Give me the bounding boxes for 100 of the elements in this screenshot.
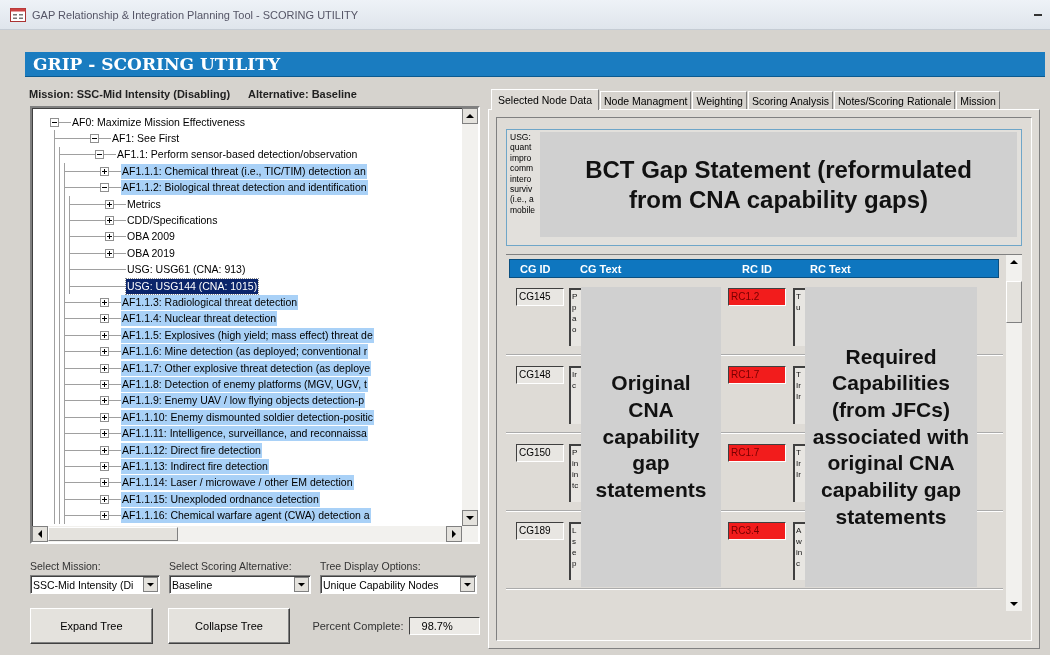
alternative-label: Alternative: Baseline <box>248 88 357 100</box>
vertical-scrollbar[interactable] <box>1006 255 1022 611</box>
plus-box-icon[interactable] <box>105 232 114 242</box>
tree-button[interactable]: Collapse Tree <box>167 608 291 644</box>
cg-id-field[interactable]: CG150 <box>516 444 564 462</box>
plus-box-icon[interactable] <box>105 199 114 209</box>
tree-node-label[interactable]: AF1.1.15: Unexploded ordnance detection <box>121 491 320 507</box>
tree-node-label[interactable]: AF1.1.3: Radiological threat detection <box>121 295 299 310</box>
tree-node-label[interactable]: AF1.1.5: Explosives (high yield; mass effect) threat de <box>121 327 374 343</box>
tree-node-label[interactable]: USG: USG61 (CNA: 913) <box>126 262 247 278</box>
plus-box-icon[interactable] <box>100 396 109 406</box>
tree-node-label[interactable]: AF1.1.10: Enemy dismounted soldier detection-positic <box>121 409 374 425</box>
column-header: CG Text <box>579 262 623 275</box>
tree-node-label[interactable]: OBA 2009 <box>126 229 176 245</box>
plus-box-icon[interactable] <box>100 478 109 488</box>
cg-text-field[interactable]: P in in tc <box>569 444 581 502</box>
plus-box-icon[interactable] <box>100 330 109 340</box>
app-icon <box>10 7 26 22</box>
minus-box-icon[interactable] <box>95 150 104 160</box>
tab[interactable]: Scoring Analysis <box>747 91 833 109</box>
tree-node-label[interactable]: AF1.1.13: Indirect fire detection <box>121 458 269 474</box>
scroll-down-icon[interactable] <box>462 510 478 526</box>
tree-node-label[interactable]: AF1.1: Perform sensor-based detection/observation <box>116 147 359 163</box>
plus-box-icon[interactable] <box>100 314 109 324</box>
minus-box-icon[interactable] <box>100 183 109 193</box>
plus-box-icon[interactable] <box>100 429 109 439</box>
plus-box-icon[interactable] <box>100 347 109 357</box>
tree-node-label[interactable]: AF1.1.14: Laser / microwave / other EM detection <box>121 475 354 491</box>
scroll-thumb[interactable] <box>48 527 178 541</box>
plus-box-icon[interactable] <box>105 216 114 226</box>
tree-node-label[interactable]: CDD/Specifications <box>126 213 219 229</box>
rc-text-field[interactable]: T Ir Ir <box>793 444 805 502</box>
tree-node-label[interactable]: Metrics <box>126 196 162 212</box>
cg-text-field[interactable]: P p a o <box>569 288 581 346</box>
statement-text: USG: quant impro comm intero surviv (i.e., a mobile <box>510 132 537 216</box>
scroll-right-icon[interactable] <box>446 526 462 542</box>
tree-node-label[interactable]: AF1.1.12: Direct fire detection <box>121 442 262 458</box>
window-title: GAP Relationship & Integration Planning Tool - SCORING UTILITY <box>32 8 360 21</box>
plus-box-icon[interactable] <box>100 461 109 471</box>
plus-box-icon[interactable] <box>105 248 114 258</box>
plus-box-icon[interactable] <box>100 412 109 422</box>
plus-box-icon[interactable] <box>100 494 109 504</box>
tab[interactable]: Notes/Scoring Rationale <box>834 91 956 109</box>
tree-node-label[interactable]: AF1.1.9: Enemy UAV / low flying objects detection-p <box>121 393 365 409</box>
field-label: Select Scoring Alternative: <box>169 560 293 572</box>
minus-box-icon[interactable] <box>90 134 99 144</box>
tab[interactable]: Node Managment <box>600 91 692 109</box>
scroll-thumb[interactable] <box>1006 281 1022 323</box>
column-header: CG ID <box>519 262 552 275</box>
callout-label: Original CNA capability gap statements <box>581 287 721 587</box>
header-bar: GRIP - SCORING UTILITY <box>25 52 1045 77</box>
tree-node-label[interactable]: AF1.1.2: Biological threat detection and identification <box>121 180 368 196</box>
tree-node-label[interactable]: AF1.1.16: Chemical warfare agent (CWA) detection a <box>121 508 371 524</box>
plus-box-icon[interactable] <box>100 166 109 176</box>
mission-label: Mission: SSC-Mid Intensity (Disabling) <box>29 88 231 100</box>
cg-id-field[interactable]: CG145 <box>516 288 564 306</box>
vertical-scrollbar[interactable] <box>462 108 478 526</box>
rc-text-field[interactable]: T u <box>793 288 805 346</box>
plus-box-icon[interactable] <box>100 379 109 389</box>
cg-text-field[interactable]: L s e p <box>569 522 581 580</box>
column-header: RC Text <box>809 262 852 275</box>
field-label: Tree Display Options: <box>320 560 422 572</box>
plus-box-icon[interactable] <box>100 445 109 455</box>
tab[interactable]: Mission <box>956 91 1000 109</box>
gap-statement-box[interactable]: USG: quant impro comm intero surviv (i.e., a mobile BCT Gap Statement (reformulated from CNA capability gaps) <box>506 129 1022 246</box>
dropdown-field[interactable]: Baseline <box>169 575 311 594</box>
tab[interactable]: Selected Node Data <box>491 89 599 110</box>
tree-node-label[interactable]: AF1.1.11: Intelligence, surveillance, and reconnaissa <box>121 426 368 442</box>
horizontal-scrollbar[interactable] <box>32 526 478 542</box>
rc-text-field[interactable]: A w in c <box>793 522 805 580</box>
rc-text-field[interactable]: T Ir Ir <box>793 366 805 424</box>
tree-node-label[interactable]: USG: USG144 (CNA: 1015) <box>126 278 259 294</box>
tree-view[interactable] <box>30 106 480 544</box>
callout-label: BCT Gap Statement (reformulated from CNA capability gaps) <box>540 132 1017 237</box>
dropdown-field[interactable]: Unique Capability Nodes <box>320 575 477 594</box>
scroll-left-icon[interactable] <box>32 526 48 542</box>
minus-box-icon[interactable] <box>50 117 59 127</box>
plus-box-icon[interactable] <box>100 511 109 521</box>
tree-node-label[interactable]: AF1.1.1: Chemical threat (i.e., TIC/TIM) detection an <box>121 163 367 179</box>
dropdown-field[interactable]: SSC-Mid Intensity (Di <box>30 575 160 594</box>
percent-label: Percent Complete: <box>312 620 404 632</box>
cg-id-field[interactable]: CG189 <box>516 522 564 540</box>
field-label: Select Mission: <box>30 560 102 572</box>
tree-node-label[interactable]: AF0: Maximize Mission Effectiveness <box>71 114 247 130</box>
cg-text-field[interactable]: Ir c <box>569 366 581 424</box>
tree-node-label[interactable]: OBA 2019 <box>126 245 176 261</box>
tab[interactable]: Weighting <box>692 91 747 109</box>
scroll-up-icon[interactable] <box>462 108 478 124</box>
tree-node-label[interactable]: AF1.1.8: Detection of enemy platforms (MGV, UGV, t <box>121 376 368 392</box>
tree-button[interactable]: Expand Tree <box>30 608 153 644</box>
plus-box-icon[interactable] <box>100 363 109 373</box>
column-header: RC ID <box>741 262 773 275</box>
tree-node-label[interactable]: AF1.1.7: Other explosive threat detection (as deploye <box>121 360 372 376</box>
cg-id-field[interactable]: CG148 <box>516 366 564 384</box>
callout-label: Required Capabilities (from JFCs) associated with original CNA capability gap statements <box>805 287 977 587</box>
plus-box-icon[interactable] <box>100 298 109 307</box>
tree-node-label[interactable]: AF1.1.6: Mine detection (as deployed; conventional r <box>121 344 369 360</box>
tree-node-label[interactable]: AF1.1.4: Nuclear threat detection <box>121 311 278 327</box>
tree-node-label[interactable]: AF1: See First <box>111 131 181 147</box>
percent-field: 98.7% <box>408 617 480 635</box>
